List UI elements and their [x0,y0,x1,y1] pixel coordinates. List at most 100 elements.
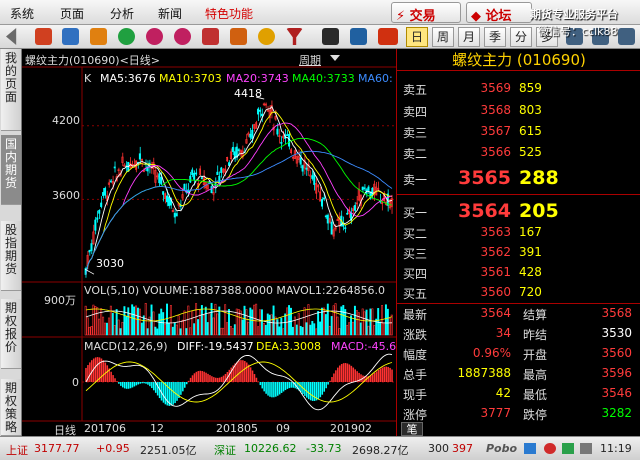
buy4-volume: 428 [519,265,542,279]
buy4-price: 3561 [480,265,511,279]
home-icon[interactable] [35,28,52,45]
kline-chart-panel[interactable]: 螺纹主力(010690)<日线> 周期 K MA5:3676 MA10:3703… [22,49,403,437]
volume-bar [133,306,136,336]
volume-bar [135,305,138,336]
list-icon[interactable] [350,28,367,45]
period-minute-button[interactable]: 分 [510,27,532,47]
volume-bar [137,307,139,336]
menu-system[interactable]: 系统 [10,5,34,22]
status-count: 300 [428,442,449,455]
volume-bar [125,316,128,336]
volume-bar [179,328,182,336]
candle-body [195,172,198,175]
volume-bar [208,313,211,336]
period-week-button[interactable]: 周 [432,27,454,47]
tab-my-page[interactable]: 我的页面 [1,49,21,131]
zoom-out-icon[interactable] [174,28,191,45]
alert-icon[interactable] [544,443,556,454]
tab-index-futures[interactable]: 股指期货 [1,221,21,291]
volume-bar [381,305,384,336]
menu-news[interactable]: 新闻 [158,5,182,22]
buy4-row[interactable]: 买四 3561 428 [397,265,640,285]
volume-bar [259,309,261,336]
candle-body [96,217,99,220]
network-icon[interactable] [562,443,574,454]
candle-body [258,109,262,112]
period-quarter-button[interactable]: 季 [484,27,506,47]
menu-analysis[interactable]: 分析 [110,5,134,22]
menu-page[interactable]: 页面 [60,5,84,22]
back-icon[interactable] [6,28,17,45]
volume-bar [177,315,180,336]
sell5-row[interactable]: 卖五 3569 859 [397,81,640,101]
sell1-row[interactable]: 卖一 3565 288 [397,167,640,189]
sell5-volume: 859 [519,81,542,95]
draw-pen-icon[interactable] [230,28,247,45]
book-icon[interactable] [90,28,107,45]
buy3-row[interactable]: 买三 3562 391 [397,245,640,265]
forum-button[interactable]: ◆ 论坛 [466,2,532,24]
buy2-row[interactable]: 买二 3563 167 [397,225,640,245]
sell4-row[interactable]: 卖四 3568 803 [397,103,640,123]
sh-index-name[interactable]: 上证 [6,442,28,458]
print-icon[interactable] [618,28,635,45]
volume-bar [365,309,368,336]
candle-body [299,157,302,165]
sz-index-name[interactable]: 深证 [214,442,236,458]
sell5-price: 3569 [480,81,511,95]
mail-icon[interactable] [524,443,536,454]
volume-bar [315,328,318,336]
stat-low: 3546 [601,386,632,400]
volume-bar [127,307,130,336]
volume-bar [117,319,120,336]
volume-bar [187,305,190,336]
candle-body [231,146,234,152]
tick-icon[interactable] [378,28,398,45]
candle-body [189,175,192,183]
tick-tab[interactable]: 笔 [401,422,423,436]
buy1-volume: 205 [519,200,559,222]
filter-icon[interactable] [286,28,303,45]
volume-bar [158,313,161,336]
period-dropdown-icon[interactable] [330,55,340,61]
sell3-row[interactable]: 卖三 3567 615 [397,124,640,144]
menu-special-features[interactable]: 特色功能 [205,5,253,22]
tab-domestic-futures[interactable]: 国内期货 [1,135,21,205]
buy5-row[interactable]: 买五 3560 720 [397,285,640,305]
candle-body [158,173,161,184]
trade-button[interactable]: ⚡ 交易 [391,2,461,24]
buy1-row[interactable]: 买一 3564 205 [397,200,640,222]
refresh-icon[interactable] [118,28,135,45]
candle-body [109,180,112,183]
volume-bar [266,313,269,336]
ma40-line [85,137,393,275]
sell1-volume: 288 [519,167,559,189]
period-day-button[interactable]: 日 [406,27,428,47]
candle-body [363,187,366,190]
period-month-button[interactable]: 月 [458,27,480,47]
speaker-icon[interactable] [580,443,592,454]
price-tick-4200: 4200 [52,114,80,127]
volume-bar [377,308,380,336]
tab-options-quotes[interactable]: 期权报价 [1,299,21,369]
volume-bar [195,303,198,336]
user-icon[interactable] [258,28,275,45]
volume-bar [173,322,176,336]
volume-bar [189,327,192,336]
volume-bar [193,323,196,336]
tab-options-strategy[interactable]: 期权策略 [1,379,21,436]
zoom-in-icon[interactable] [146,28,163,45]
period-link[interactable]: 周期 [299,52,321,68]
volume-bar [152,311,155,336]
candle-body [260,113,263,117]
volume-bar [204,306,207,336]
sell2-row[interactable]: 卖二 3566 525 [397,145,640,165]
indicator-icon[interactable] [202,28,219,45]
table-icon[interactable] [322,28,339,45]
candle-body [367,186,370,192]
volume-bar [150,304,153,336]
window-icon[interactable] [62,28,79,45]
candle-body [94,219,97,231]
volume-bar [272,305,275,336]
volume-bar [317,311,320,336]
